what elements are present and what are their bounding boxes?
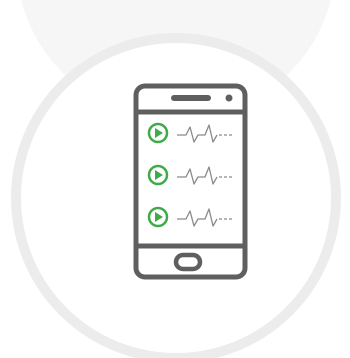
phone-camera [225,94,233,102]
illustration-canvas [11,0,341,358]
illustration-stage [0,0,350,358]
